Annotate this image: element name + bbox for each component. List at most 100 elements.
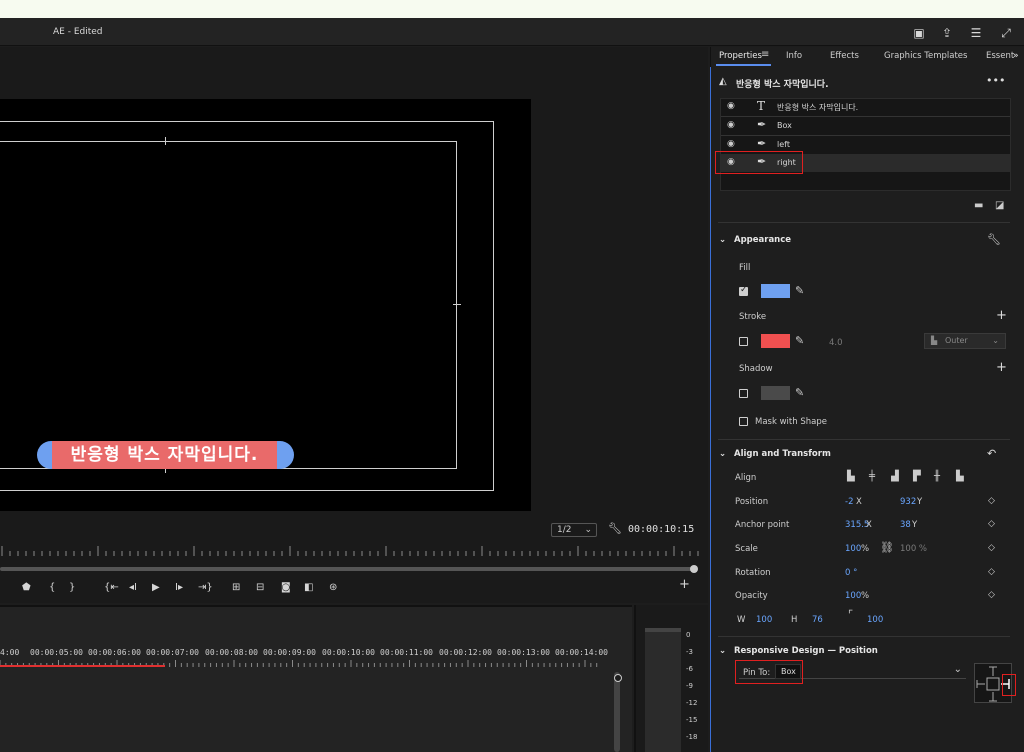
stroke-color-swatch[interactable] <box>761 334 790 348</box>
monitor-ruler[interactable] <box>0 546 700 558</box>
scale-value[interactable]: 100 <box>845 544 861 554</box>
folder-icon[interactable]: ▬ <box>974 200 983 211</box>
lift-icon[interactable]: ⊞ <box>232 582 240 594</box>
position-y[interactable]: 932 <box>900 497 916 507</box>
meter-label: -3 <box>686 648 693 656</box>
align-middle-icon[interactable]: ╫ <box>934 471 940 482</box>
chevron-down-icon[interactable]: ⌄ <box>719 449 726 459</box>
caption-text[interactable]: 반응형 박스 자막입니다. <box>52 441 277 469</box>
responsive-title[interactable]: Responsive Design — Position <box>734 646 878 656</box>
vr-icon[interactable]: ⊛ <box>329 582 337 594</box>
highlight-box-right-pin <box>1002 674 1016 696</box>
appearance-title[interactable]: Appearance <box>734 235 791 245</box>
eyedropper-icon[interactable]: ✎ <box>795 284 804 297</box>
align-center-icon[interactable]: ╪ <box>869 471 875 482</box>
highlight-box-pin <box>735 660 803 684</box>
add-marker-icon[interactable]: ⬟ <box>22 582 31 594</box>
fill-checkbox[interactable] <box>739 285 748 296</box>
mark-in-icon[interactable]: { <box>49 582 55 594</box>
compare-icon[interactable]: ◧ <box>304 582 313 594</box>
step-forward-icon[interactable]: I▸ <box>175 582 183 594</box>
share-icon[interactable]: ⇪ <box>940 26 954 40</box>
highlight-box-layer <box>715 151 803 174</box>
anchor-y[interactable]: 38 <box>900 520 911 530</box>
keyframe-icon[interactable]: ◇ <box>988 543 995 553</box>
tab-properties[interactable]: Properties <box>719 51 762 61</box>
scale-value-height[interactable]: 100 % <box>900 544 927 554</box>
chevron-down-icon[interactable]: ⌄ <box>719 235 726 245</box>
shadow-color-swatch[interactable] <box>761 386 790 400</box>
mask-checkbox[interactable] <box>739 417 748 426</box>
go-to-in-icon[interactable]: {⇤ <box>104 582 119 594</box>
corner-radius-value[interactable]: 100 <box>867 615 883 625</box>
mark-out-icon[interactable]: } <box>69 582 75 594</box>
chevron-down-icon[interactable]: ⌄ <box>719 646 726 656</box>
keyframe-icon[interactable]: ◇ <box>988 519 995 529</box>
tab-info[interactable]: Info <box>786 51 802 61</box>
tab-graphics-templates[interactable]: Graphics Templates <box>884 51 967 61</box>
wrench-icon[interactable]: 🔧︎ <box>987 233 1001 246</box>
top-strip <box>0 0 1024 18</box>
timeline-panel[interactable] <box>0 605 632 752</box>
timeline-scrollbar[interactable] <box>614 672 620 752</box>
keyframe-icon[interactable]: ◇ <box>988 567 995 577</box>
eyedropper-icon[interactable]: ✎ <box>795 386 804 399</box>
scrub-handle[interactable] <box>690 565 698 573</box>
camera-icon[interactable]: ◙ <box>281 582 291 594</box>
time-label: 00:00:08:00 <box>205 648 258 657</box>
add-button-icon[interactable]: + <box>679 578 690 591</box>
panel-menu-icon[interactable]: ≡ <box>761 49 769 60</box>
scrub-bar[interactable] <box>0 567 696 571</box>
width-value[interactable]: 100 <box>756 615 772 625</box>
new-layer-icon[interactable]: ◪ <box>995 200 1004 211</box>
zoom-value: 1/2 <box>557 525 572 535</box>
more-options-icon[interactable]: ••• <box>986 74 1005 87</box>
rotation-value[interactable]: 0 ° <box>845 568 857 578</box>
layer-row-text[interactable]: ◉ T 반응형 박스 자막입니다. <box>721 98 1010 116</box>
stroke-checkbox[interactable] <box>739 337 748 346</box>
align-top-icon[interactable]: ▛ <box>913 471 921 482</box>
play-icon[interactable]: ▶ <box>152 582 160 594</box>
fill-color-swatch[interactable] <box>761 284 790 298</box>
workspaces-icon[interactable]: ☰ <box>969 26 983 40</box>
align-left-icon[interactable]: ▙ <box>847 471 855 482</box>
wrench-icon[interactable]: 🔧︎ <box>608 522 622 535</box>
layer-name: 반응형 박스 자막입니다. <box>777 103 859 112</box>
eye-icon[interactable]: ◉ <box>727 120 735 130</box>
position-x[interactable]: -2 <box>845 497 853 507</box>
transform-title[interactable]: Align and Transform <box>734 449 831 459</box>
align-bottom-icon[interactable]: ▙ <box>956 471 964 482</box>
extract-icon[interactable]: ⊟ <box>256 582 264 594</box>
stroke-width[interactable]: 4.0 <box>829 338 843 348</box>
playhead-timecode[interactable]: 00:00:10:15 <box>628 524 694 535</box>
keyframe-icon[interactable]: ◇ <box>988 496 995 506</box>
align-label: Align <box>735 473 757 483</box>
opacity-value[interactable]: 100 <box>845 591 861 601</box>
quick-export-icon[interactable]: ▣ <box>912 26 926 40</box>
step-back-icon[interactable]: ◂I <box>129 582 137 594</box>
go-to-out-icon[interactable]: ⇥} <box>198 582 213 594</box>
add-shadow-icon[interactable]: + <box>996 360 1007 375</box>
reset-icon[interactable]: ↶ <box>987 447 996 460</box>
shadow-checkbox[interactable] <box>739 389 748 398</box>
keyframe-icon[interactable]: ◇ <box>988 590 995 600</box>
stroke-position-value: Outer <box>945 336 968 345</box>
stroke-label: Stroke <box>739 312 767 322</box>
eyedropper-icon[interactable]: ✎ <box>795 334 804 347</box>
eye-icon[interactable]: ◉ <box>727 101 735 111</box>
align-right-icon[interactable]: ▟ <box>891 471 899 482</box>
layer-row-box[interactable]: ◉ ✒ Box <box>721 117 1010 135</box>
add-stroke-icon[interactable]: + <box>996 308 1007 323</box>
tab-effects[interactable]: Effects <box>830 51 859 61</box>
fullscreen-icon[interactable]: ⤢ <box>999 26 1013 40</box>
pen-icon: ✒ <box>757 118 767 131</box>
more-tabs-icon[interactable]: » <box>1013 51 1019 61</box>
eye-icon[interactable]: ◉ <box>727 139 735 149</box>
link-icon[interactable]: ⛓ <box>880 541 894 554</box>
zoom-select[interactable]: 1/2 ⌄ <box>551 523 597 537</box>
tab-essential[interactable]: Essent <box>986 51 1014 61</box>
stroke-position-select[interactable]: ▙ Outer ⌄ <box>924 333 1006 349</box>
scroll-knob[interactable] <box>614 674 622 682</box>
work-area-bar[interactable] <box>0 665 165 667</box>
height-value[interactable]: 76 <box>812 615 823 625</box>
